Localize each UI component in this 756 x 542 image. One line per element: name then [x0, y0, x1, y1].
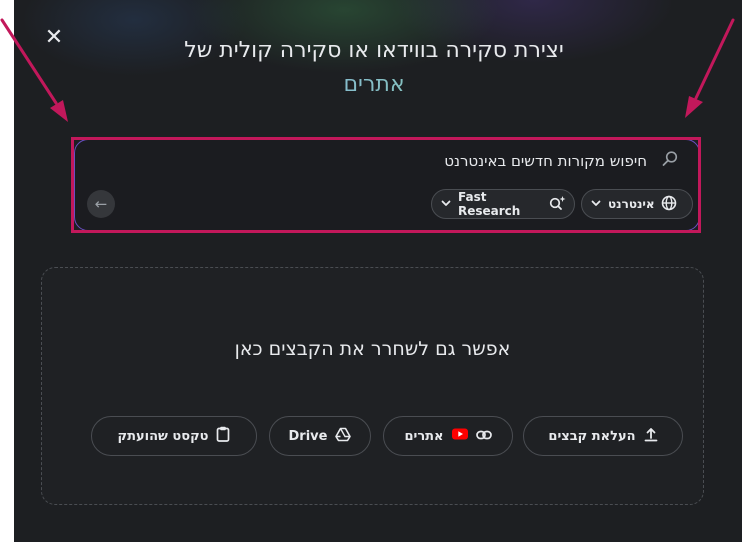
- link-icon: [475, 429, 492, 444]
- title-line-1: יצירת סקירה בווידאו או סקירה קולית של: [184, 38, 564, 63]
- drive-label: Drive: [288, 428, 328, 444]
- websites-label: אתרים: [404, 428, 444, 444]
- arrow-back-icon: ←: [94, 195, 108, 213]
- back-button[interactable]: ←: [87, 190, 115, 218]
- drop-zone-text: אפשר גם לשחרר את הקבצים כאן: [234, 338, 511, 360]
- source-type-dropdown[interactable]: אינטרנט: [581, 189, 693, 219]
- paste-text-label: טקסט שהועתק: [117, 428, 209, 444]
- search-input[interactable]: [125, 148, 649, 174]
- title-line-2: אתרים: [134, 68, 614, 102]
- source-type-label: אינטרנט: [608, 197, 655, 211]
- chevron-down-icon: [590, 197, 602, 212]
- research-mode-label: Fast Research: [458, 190, 521, 218]
- youtube-icon: [451, 428, 468, 444]
- upload-files-label: העלאת קבצים: [548, 428, 636, 444]
- upload-icon: [644, 427, 658, 446]
- paste-text-button[interactable]: טקסט שהועתק: [91, 416, 257, 456]
- search-icon: [661, 150, 679, 168]
- drive-button[interactable]: Drive: [269, 416, 371, 456]
- close-icon: ✕: [44, 25, 64, 50]
- close-button[interactable]: ✕: [42, 26, 66, 50]
- globe-icon: [661, 195, 677, 214]
- drop-zone[interactable]: אפשר גם לשחרר את הקבצים כאן טקסט שהועתק …: [41, 267, 704, 505]
- dialog-title: יצירת סקירה בווידאו או סקירה קולית של את…: [134, 34, 614, 102]
- drive-icon: [335, 427, 352, 446]
- chevron-down-icon: [440, 197, 452, 212]
- research-mode-dropdown[interactable]: Fast Research: [431, 189, 575, 219]
- search-box: ← Fast Research אינטרנט: [74, 139, 700, 231]
- clipboard-icon: [216, 426, 230, 446]
- sparkle-search-icon: [548, 195, 566, 214]
- websites-button[interactable]: אתרים: [383, 416, 513, 456]
- add-sources-dialog: ✕ יצירת סקירה בווידאו או סקירה קולית של …: [14, 0, 742, 542]
- upload-files-button[interactable]: העלאת קבצים: [523, 416, 683, 456]
